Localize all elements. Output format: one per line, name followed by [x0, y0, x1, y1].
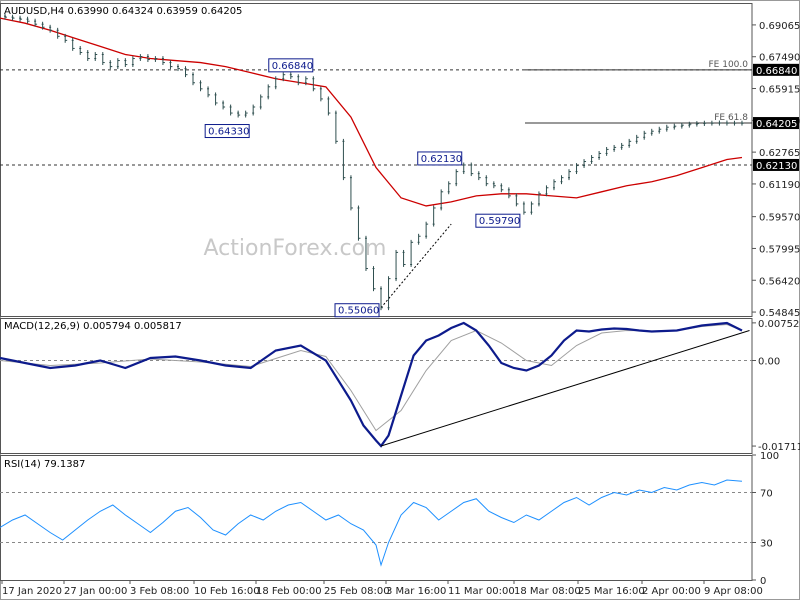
rsi-panel	[0, 455, 753, 581]
macd-panel	[0, 318, 753, 454]
rsi-y-tick-label: 100	[760, 451, 779, 462]
x-tick-label: 25 Mar 16:00	[578, 586, 645, 597]
price-header: AUDUSD,H4 0.63990 0.64324 0.63959 0.6420…	[4, 6, 242, 17]
x-tick-label: 3 Mar 16:00	[386, 586, 446, 597]
watermark: ActionForex.com	[204, 236, 387, 261]
price-y-tick-label: 0.54845	[759, 308, 800, 319]
price-annotation-label: 0.66840	[272, 61, 313, 72]
x-tick-label: 3 Feb 08:00	[130, 586, 189, 597]
price-y-tick-label: 0.62765	[759, 148, 800, 159]
chart-svg: 0.690650.674900.659150.643400.627650.611…	[0, 0, 800, 600]
price-y-tick-label: 0.59570	[759, 213, 800, 224]
macd-title: MACD(12,26,9) 0.005794 0.005817	[4, 321, 182, 332]
level-badge-label: 0.62130	[756, 161, 797, 172]
price-annotation-label: 0.62130	[421, 154, 462, 165]
price-annotation-label: 0.59790	[479, 216, 520, 227]
level-badge-label: 0.66840	[756, 66, 797, 77]
x-tick-label: 25 Feb 08:00	[324, 586, 390, 597]
x-tick-label: 18 Mar 08:00	[514, 586, 581, 597]
level-badge-label: 0.64205	[756, 119, 797, 130]
x-tick-label: 2 Apr 00:00	[642, 586, 701, 597]
x-tick-label: 17 Jan 2020	[2, 586, 62, 597]
price-y-tick-label: 0.69065	[759, 21, 800, 32]
price-y-tick-label: 0.67490	[759, 53, 800, 64]
macd-y-tick-label: 0.00	[758, 357, 780, 368]
price-y-tick-label: 0.61190	[759, 180, 800, 191]
price-y-tick-label: 0.65915	[759, 85, 800, 96]
x-tick-label: 18 Feb 00:00	[256, 586, 322, 597]
x-tick-label: 9 Apr 08:00	[704, 586, 763, 597]
level-note: FE 100.0	[709, 60, 749, 70]
macd-y-tick-label: 0.007526	[758, 319, 800, 330]
price-y-tick-label: 0.57995	[759, 244, 800, 255]
rsi-y-tick-label: 30	[760, 539, 773, 550]
x-tick-label: 27 Jan 00:00	[64, 586, 127, 597]
chart-stage: 0.690650.674900.659150.643400.627650.611…	[0, 0, 800, 600]
x-tick-label: 10 Feb 16:00	[194, 586, 260, 597]
x-tick-label: 11 Mar 00:00	[448, 586, 515, 597]
price-annotation-label: 0.55060	[338, 306, 379, 317]
rsi-title: RSI(14) 79.1387	[4, 459, 85, 470]
price-y-tick-label: 0.56420	[759, 276, 800, 287]
rsi-y-tick-label: 70	[760, 489, 773, 500]
price-annotation-label: 0.64330	[208, 127, 249, 138]
